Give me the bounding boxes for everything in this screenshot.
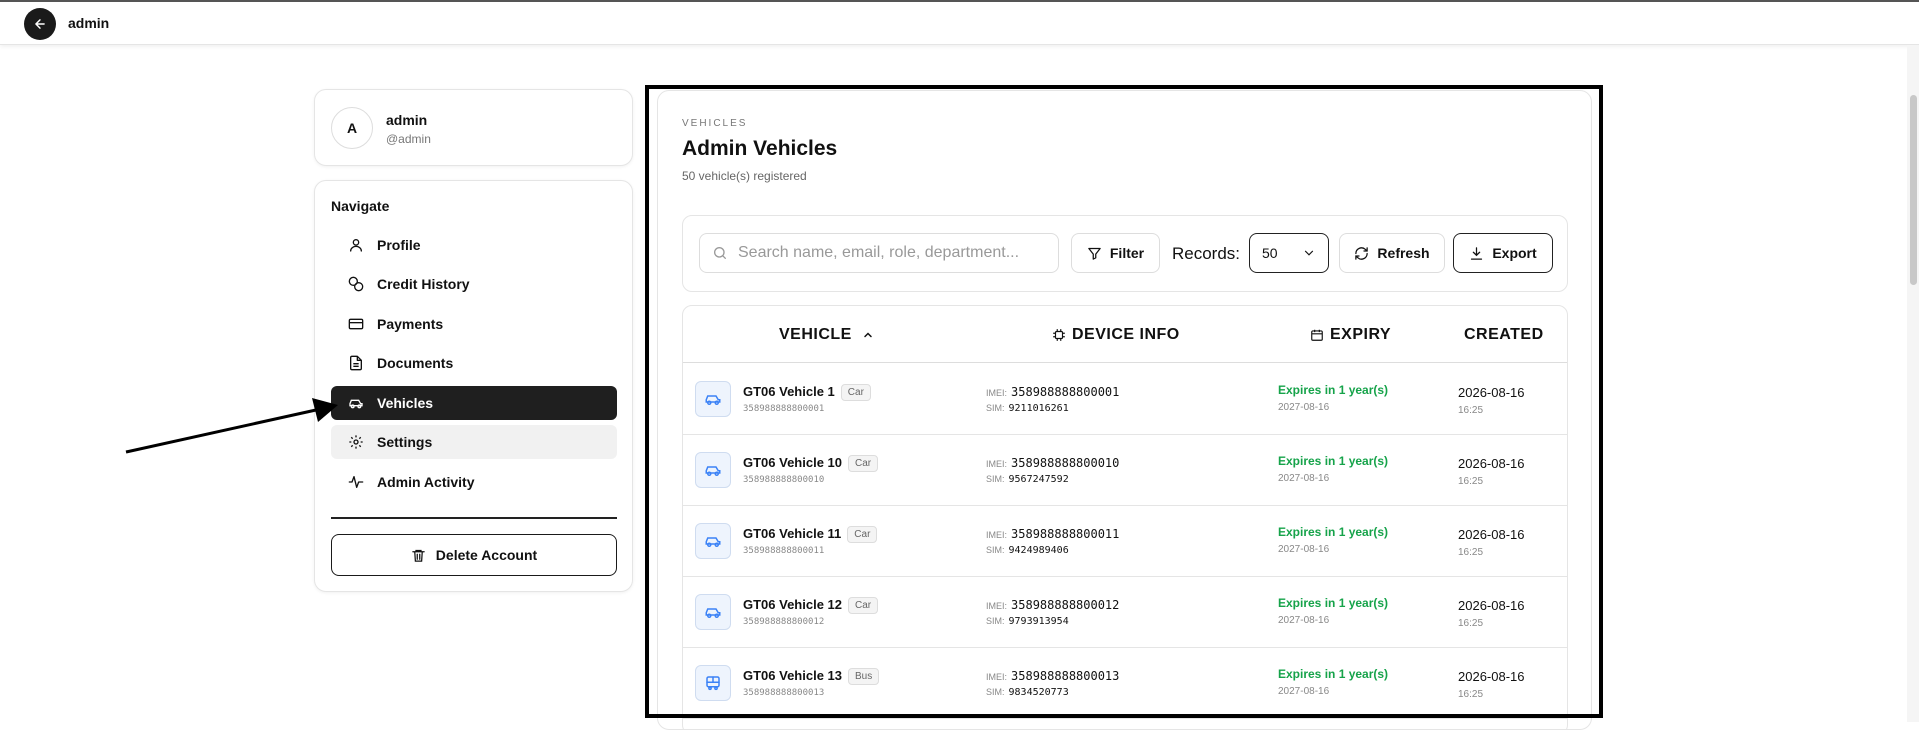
arrow-left-icon [35,19,45,29]
delete-account-button[interactable]: Delete Account [331,534,617,576]
profile-handle: @admin [386,132,431,146]
sidebar-item-documents[interactable]: Documents [331,346,617,380]
navigation-card: Navigate Profile Credit History Payments… [314,180,633,592]
coins-icon [347,275,365,293]
profile-card: A admin @admin [314,89,633,166]
sidebar-item-label: Settings [377,434,433,450]
sidebar-item-label: Admin Activity [377,474,475,490]
annotation-highlight-box [645,85,1603,718]
back-button[interactable] [24,8,56,40]
credit-card-icon [347,315,365,333]
top-bar-title: admin [68,15,110,31]
trash-icon [411,548,426,563]
sidebar-item-label: Credit History [377,276,470,292]
sidebar-item-settings[interactable]: Settings [331,425,617,459]
sidebar-item-label: Payments [377,316,444,332]
profile-name: admin [386,112,428,128]
delete-account-label: Delete Account [435,547,538,563]
sidebar-item-payments[interactable]: Payments [331,307,617,341]
scrollbar-thumb[interactable] [1910,95,1917,285]
annotation-arrow [125,398,338,454]
sidebar-item-admin-activity[interactable]: Admin Activity [331,465,617,499]
user-icon [347,236,365,254]
nav-heading: Navigate [331,198,390,214]
sidebar-item-label: Vehicles [377,395,434,411]
page-scrollbar[interactable] [1907,45,1919,722]
sidebar-item-credit-history[interactable]: Credit History [331,267,617,301]
document-icon [347,354,365,372]
avatar: A [331,107,373,149]
sidebar-item-vehicles[interactable]: Vehicles [331,386,617,420]
sidebar-item-label: Documents [377,355,454,371]
activity-icon [347,473,365,491]
top-bar: admin [0,0,1919,45]
sidebar-item-label: Profile [377,237,421,253]
nav-divider [331,517,617,519]
sidebar-item-profile[interactable]: Profile [331,228,617,262]
